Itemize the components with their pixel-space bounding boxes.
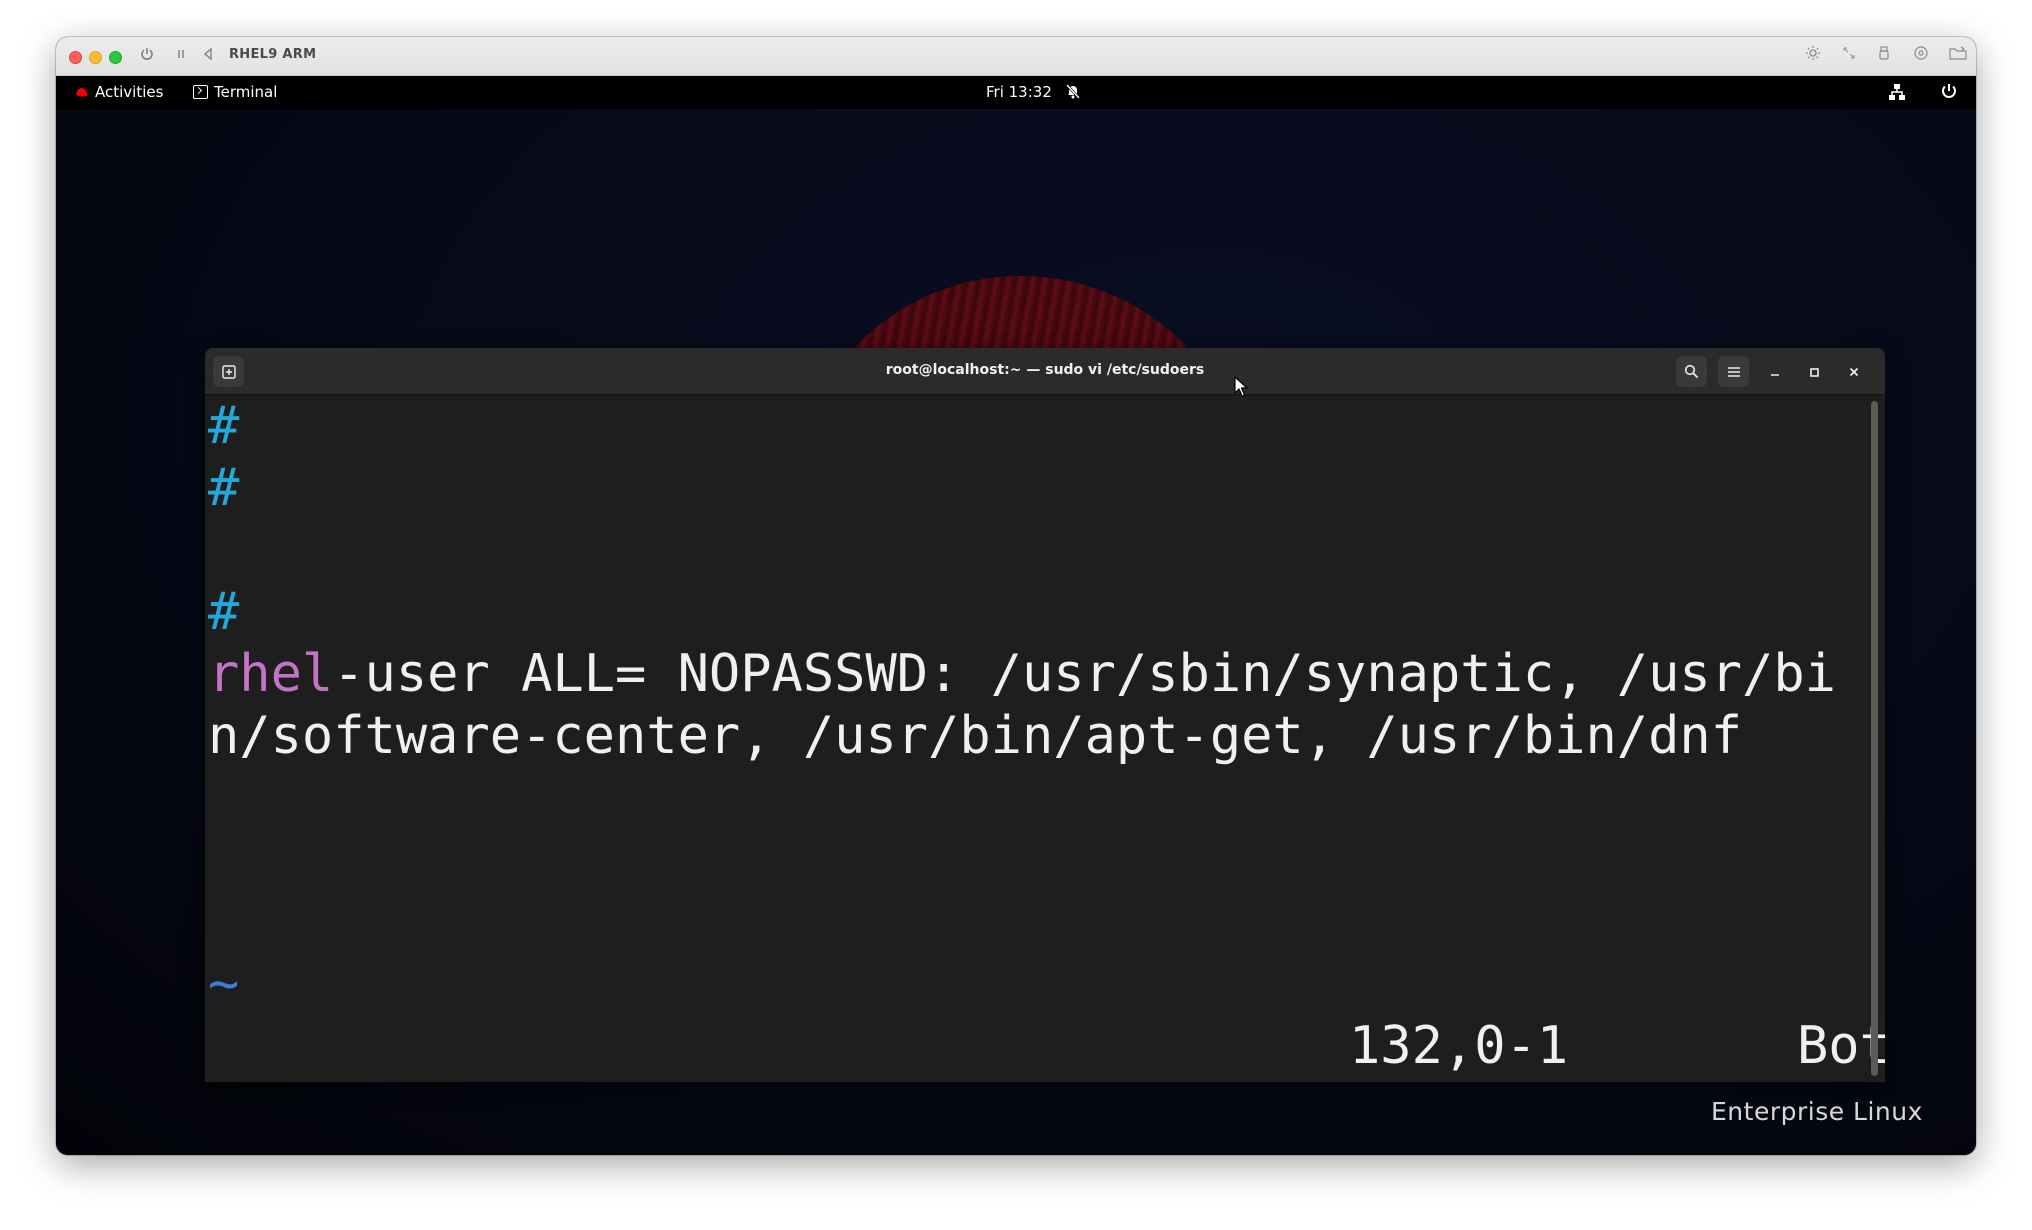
app-menu-label: Terminal — [214, 83, 278, 101]
search-button[interactable] — [1676, 356, 1707, 387]
close-window-button[interactable] — [69, 51, 82, 64]
app-menu[interactable]: Terminal — [193, 83, 277, 101]
vm-title: RHEL9 ARM — [229, 47, 317, 62]
minimize-icon — [1771, 374, 1779, 376]
disk-icon[interactable] — [1913, 45, 1929, 67]
buffer-line: rhel-user ALL= NOPASSWD: /usr/sbin/synap… — [208, 643, 1836, 705]
clock[interactable]: Fri 13:32 — [986, 83, 1052, 101]
system-power-icon[interactable] — [1940, 82, 1958, 104]
terminal-headerbar: root@localhost:~ — sudo vi /etc/sudoers — [205, 348, 1885, 395]
notifications-muted-icon[interactable] — [1065, 83, 1081, 103]
hamburger-icon — [1727, 366, 1740, 377]
activities-label: Activities — [95, 83, 164, 101]
vi-editor-buffer[interactable]: # # # rhel-user ALL= NOPASSWD: /usr/sbin… — [205, 395, 1885, 1082]
terminal-scrollbar[interactable] — [1871, 401, 1878, 1076]
cursor-position-status: 132,0-1 — [1349, 1016, 1569, 1076]
close-button[interactable] — [1842, 360, 1866, 384]
buffer-line: n/software-center, /usr/bin/apt-get, /us… — [208, 706, 1743, 766]
vm-window: RHEL9 ARM Activities Terminal Fri 13:32 — [56, 37, 1976, 1155]
close-icon — [1849, 367, 1859, 377]
terminal-app-icon — [193, 85, 208, 99]
sudoers-rule-text: -user ALL= NOPASSWD: /usr/sbin/synaptic,… — [333, 644, 1836, 704]
network-icon[interactable] — [1888, 83, 1906, 105]
maximize-icon — [1810, 368, 1819, 377]
folder-share-icon[interactable] — [1949, 45, 1967, 67]
activities-button[interactable]: Activities — [74, 83, 163, 101]
vm-titlebar: RHEL9 ARM — [56, 37, 1976, 76]
power-icon[interactable] — [140, 45, 154, 67]
sudoers-user-token: rhel — [208, 644, 334, 704]
empty-line-marker: ~ — [208, 954, 240, 1014]
buffer-line: # — [208, 458, 240, 518]
minimize-button[interactable] — [1763, 360, 1787, 384]
redhat-logo-icon — [76, 87, 88, 97]
maximize-button[interactable] — [1802, 360, 1826, 384]
fullscreen-window-button[interactable] — [109, 51, 122, 64]
terminal-title: root@localhost:~ — sudo vi /etc/sudoers — [885, 362, 1205, 378]
buffer-line: # — [208, 396, 240, 456]
brightness-icon[interactable] — [1805, 45, 1821, 67]
mouse-pointer-icon — [1234, 376, 1248, 397]
pause-icon[interactable] — [176, 45, 186, 67]
usb-icon[interactable] — [1878, 45, 1890, 67]
back-icon[interactable] — [202, 45, 214, 67]
search-icon — [1684, 364, 1699, 379]
resize-icon[interactable] — [1841, 45, 1857, 67]
minimize-window-button[interactable] — [89, 51, 102, 64]
hamburger-menu-button[interactable] — [1718, 356, 1749, 387]
gnome-top-bar: Activities Terminal Fri 13:32 — [56, 76, 1976, 109]
buffer-line: # — [208, 582, 240, 642]
wallpaper-brand-text: Enterprise Linux — [1711, 1097, 1923, 1126]
terminal-window[interactable]: root@localhost:~ — sudo vi /etc/sudoers … — [205, 348, 1885, 1082]
